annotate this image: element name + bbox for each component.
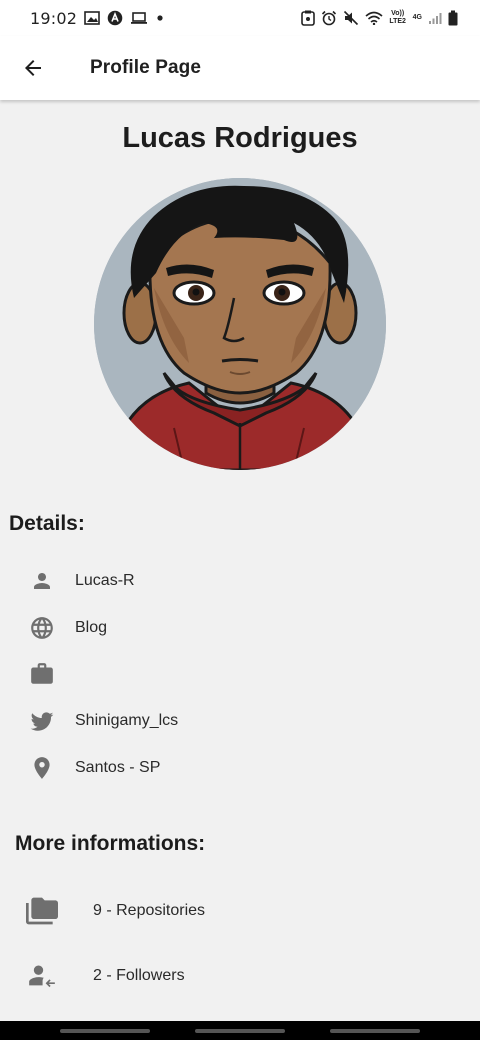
detail-label: Blog bbox=[75, 619, 108, 636]
mute-icon bbox=[343, 10, 358, 26]
nav-recents-button[interactable] bbox=[60, 1028, 150, 1033]
detail-location: Santos - SP bbox=[26, 752, 160, 784]
briefcase-icon bbox=[26, 658, 58, 690]
dot-icon bbox=[157, 15, 163, 21]
more-informations-title: More informations: bbox=[15, 832, 206, 855]
avatar-illustration bbox=[94, 178, 386, 470]
folders-icon bbox=[26, 895, 58, 927]
status-bar: 19:02 Vo)) LTE2 4G bbox=[0, 0, 480, 36]
arrow-back-icon bbox=[25, 60, 41, 76]
signal-icon bbox=[429, 13, 442, 24]
app-bar: Profile Page bbox=[0, 36, 480, 100]
net-label: 4G bbox=[412, 14, 422, 21]
globe-icon bbox=[26, 612, 58, 644]
volte-label: Vo)) LTE2 bbox=[389, 10, 406, 25]
status-time: 19:02 bbox=[30, 8, 78, 28]
nav-home-button[interactable] bbox=[195, 1028, 285, 1033]
detail-label: Shinigamy_lcs bbox=[75, 712, 179, 729]
laptop-icon bbox=[131, 12, 148, 24]
detail-label: Lucas-R bbox=[75, 572, 135, 589]
detail-company bbox=[26, 658, 75, 690]
status-right: Vo)) LTE2 4G bbox=[300, 10, 458, 26]
wifi-icon bbox=[365, 11, 383, 25]
detail-twitter[interactable]: Shinigamy_lcs bbox=[26, 705, 178, 737]
screenshot-icon bbox=[300, 10, 315, 26]
detail-label: Santos - SP bbox=[75, 759, 161, 776]
battery-icon bbox=[448, 10, 458, 26]
twitter-icon bbox=[26, 705, 58, 737]
page-title: Profile Page bbox=[90, 57, 202, 78]
follower-icon bbox=[26, 960, 58, 992]
status-left: 19:02 bbox=[30, 9, 165, 28]
followers-item[interactable]: 2 - Followers bbox=[26, 958, 185, 994]
followers-label: 2 - Followers bbox=[93, 967, 185, 984]
alarm-icon bbox=[321, 10, 336, 26]
nav-back-button[interactable] bbox=[330, 1028, 420, 1033]
back-button[interactable] bbox=[1, 36, 65, 100]
repositories-label: 9 - Repositories bbox=[93, 902, 206, 919]
detail-blog[interactable]: Blog bbox=[26, 612, 107, 644]
detail-login: Lucas-R bbox=[26, 565, 135, 597]
avatar bbox=[94, 178, 386, 470]
repositories-item[interactable]: 9 - Repositories bbox=[26, 893, 205, 929]
location-pin-icon bbox=[26, 752, 58, 784]
details-title: Details: bbox=[9, 512, 85, 535]
app-icon bbox=[107, 10, 123, 26]
navigation-bar bbox=[0, 1021, 480, 1040]
person-icon bbox=[26, 565, 58, 597]
image-icon bbox=[84, 11, 100, 25]
profile-name: Lucas Rodrigues bbox=[122, 122, 358, 154]
